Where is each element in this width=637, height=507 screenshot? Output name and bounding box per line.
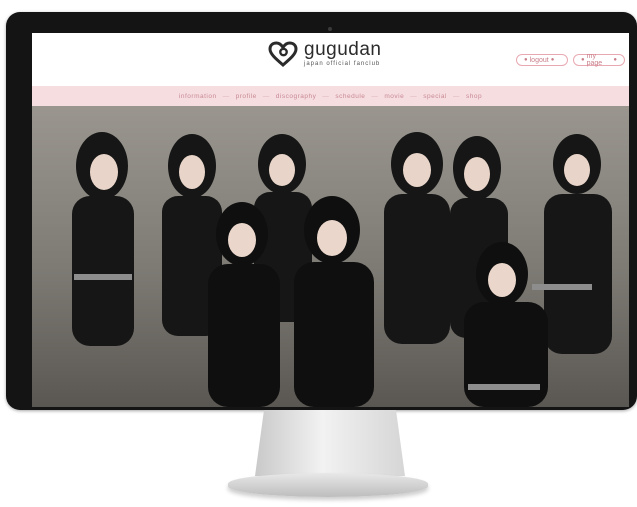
heart-logo-icon — [268, 40, 298, 67]
nav-separator: — — [222, 92, 230, 100]
nav-item-discography[interactable]: discography — [276, 93, 317, 100]
nav-separator: — — [452, 92, 460, 100]
nav-item-profile[interactable]: profile — [236, 93, 257, 100]
nav-item-special[interactable]: special — [423, 93, 447, 100]
bullet-icon: ● — [613, 57, 617, 63]
site-header: gugudan japan official fanclub ● logout … — [32, 33, 629, 86]
bullet-icon: ● — [524, 57, 528, 63]
nav-item-shop[interactable]: shop — [466, 93, 482, 100]
mypage-button[interactable]: ● my page ● — [573, 53, 625, 67]
monitor-stand-base — [228, 473, 428, 497]
nav-item-movie[interactable]: movie — [384, 93, 404, 100]
main-nav: information — profile — discography — sched… — [32, 86, 629, 106]
site-logo[interactable]: gugudan japan official fanclub — [268, 40, 381, 67]
logout-label: logout — [529, 56, 549, 64]
logout-button[interactable]: ● logout ● — [516, 54, 568, 66]
hero-group-photo — [32, 106, 629, 407]
browser-screen: gugudan japan official fanclub ● logout … — [32, 33, 629, 407]
nav-separator: — — [322, 92, 330, 100]
nav-separator: — — [262, 92, 270, 100]
nav-separator: — — [410, 92, 418, 100]
monitor-stand — [255, 410, 405, 476]
monitor-bezel: gugudan japan official fanclub ● logout … — [6, 12, 637, 410]
nav-item-information[interactable]: information — [179, 93, 217, 100]
webcam-icon — [328, 27, 332, 31]
group-photo-illustration — [72, 132, 612, 407]
nav-item-schedule[interactable]: schedule — [335, 93, 365, 100]
brand-name: gugudan — [304, 39, 382, 60]
brand-tagline: japan official fanclub — [304, 61, 381, 67]
mypage-label: my page — [586, 53, 603, 67]
bullet-icon: ● — [550, 57, 555, 63]
bullet-icon: ● — [581, 57, 585, 63]
nav-separator: — — [371, 92, 379, 100]
